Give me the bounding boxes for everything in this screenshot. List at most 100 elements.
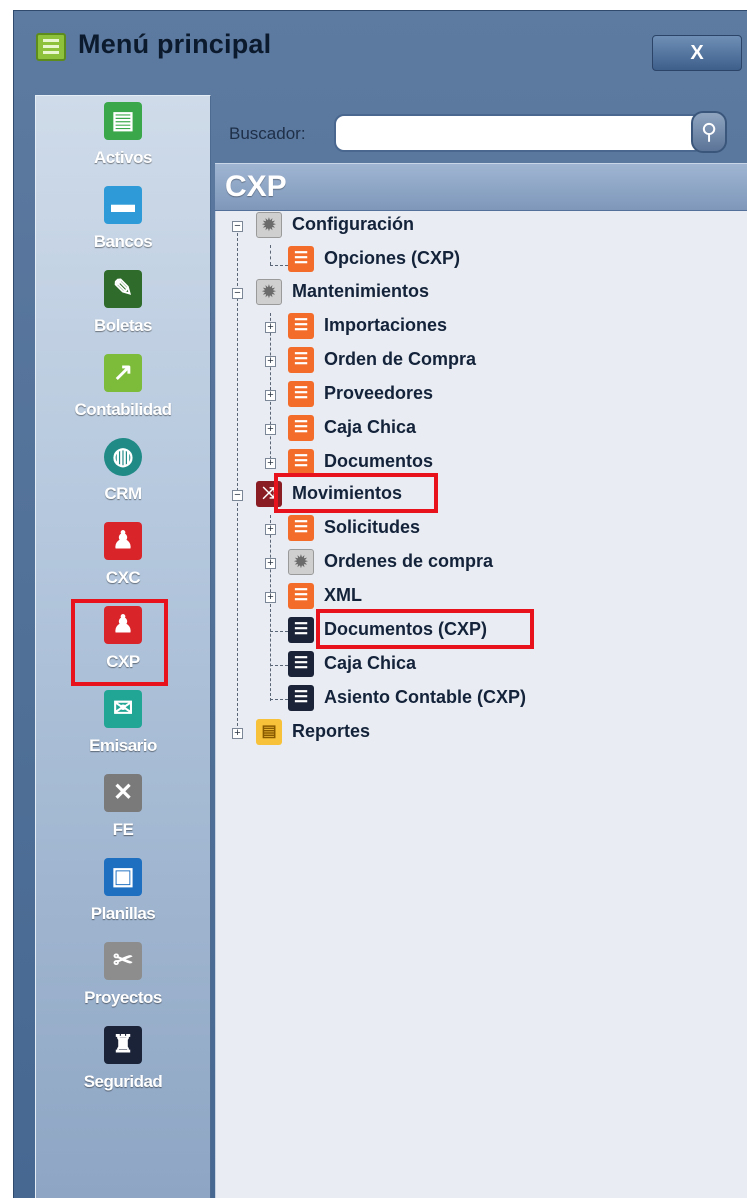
tree-node-label: Documentos	[324, 451, 434, 471]
module-label: FE	[112, 820, 134, 839]
list-icon: ☰	[288, 415, 314, 441]
expand-icon[interactable]: +	[265, 524, 276, 535]
expand-icon[interactable]: +	[265, 356, 276, 367]
module-bancos[interactable]: ▬ Bancos	[36, 186, 210, 270]
tree-node-label: Ordenes de compra	[324, 551, 494, 571]
tree-node-proveedores[interactable]: + ☰ Proveedores	[230, 379, 630, 411]
module-tree: − ✹ Configuración ☰ Opciones (CXP) − ✹ M…	[215, 211, 747, 1198]
tree-node-label: Opciones (CXP)	[324, 248, 461, 268]
tree-node-caja-chica[interactable]: + ☰ Caja Chica	[230, 413, 630, 445]
tree-node-orden-de-compra[interactable]: + ☰ Orden de Compra	[230, 345, 630, 377]
content-panel: Buscador: ⚲ CXP − ✹ Configuración ☰ Opci…	[215, 95, 747, 1198]
teacher-board-icon: ✎	[104, 270, 142, 308]
menu-book-icon	[36, 33, 66, 61]
highlight-movimientos	[274, 473, 438, 513]
tree-node-label: Importaciones	[324, 315, 448, 335]
window-titlebar: Menú principal X	[14, 11, 747, 83]
expand-icon[interactable]: +	[232, 728, 243, 739]
module-label: Contabilidad	[74, 400, 172, 419]
tree-node-configuracion[interactable]: − ✹ Configuración	[230, 210, 630, 242]
list-icon: ☰	[288, 246, 314, 272]
envelope-icon: ✉	[104, 690, 142, 728]
tree-node-opciones-cxp[interactable]: ☰ Opciones (CXP)	[230, 244, 630, 276]
expand-icon[interactable]: +	[265, 424, 276, 435]
module-crm[interactable]: ◍ CRM	[36, 438, 210, 522]
list-icon: ☰	[288, 617, 314, 643]
tree-node-label: Mantenimientos	[292, 281, 430, 301]
tree-node-reportes[interactable]: + ▤ Reportes	[230, 717, 630, 749]
expand-icon[interactable]: +	[265, 458, 276, 469]
tree-node-label: Proveedores	[324, 383, 434, 403]
module-boletas[interactable]: ✎ Boletas	[36, 270, 210, 354]
module-proyectos[interactable]: ✂ Proyectos	[36, 942, 210, 1026]
tree-node-label: Orden de Compra	[324, 349, 477, 369]
module-label: Bancos	[93, 232, 153, 251]
module-emisario[interactable]: ✉ Emisario	[36, 690, 210, 774]
tree-node-asiento-contable[interactable]: ☰ Asiento Contable (CXP)	[230, 683, 630, 715]
collapse-icon[interactable]: −	[232, 490, 243, 501]
close-button[interactable]: X	[652, 35, 742, 71]
tree-node-label: Asiento Contable (CXP)	[324, 687, 527, 707]
section-title: CXP	[215, 163, 747, 211]
castle-icon: ♜	[104, 1026, 142, 1064]
document-icon: ▣	[104, 858, 142, 896]
collapse-icon[interactable]: −	[232, 221, 243, 232]
module-planillas[interactable]: ▣ Planillas	[36, 858, 210, 942]
search-input[interactable]	[334, 114, 704, 152]
expand-icon[interactable]: +	[265, 322, 276, 333]
tree-node-mantenimientos[interactable]: − ✹ Mantenimientos	[230, 277, 630, 309]
window-title: Menú principal	[78, 29, 272, 59]
module-label: CRM	[104, 484, 142, 503]
gear-icon: ✹	[256, 279, 282, 305]
highlight-cxp-module	[71, 599, 168, 686]
highlight-documentos-cxp	[316, 609, 534, 649]
tree-node-solicitudes[interactable]: + ☰ Solicitudes	[230, 513, 630, 545]
module-fe[interactable]: ✕ FE	[36, 774, 210, 858]
module-label: Seguridad	[83, 1072, 163, 1091]
briefcase-icon: ▬	[104, 186, 142, 224]
tree-node-label: Configuración	[292, 214, 414, 234]
wrench-screwdriver-icon: ✕	[104, 774, 142, 812]
search-button[interactable]: ⚲	[691, 111, 727, 153]
list-icon: ☰	[288, 313, 314, 339]
notepad-icon: ▤	[256, 719, 282, 745]
tree-node-label: Solicitudes	[324, 517, 421, 537]
search-label: Buscador:	[229, 124, 306, 143]
expand-icon[interactable]: +	[265, 592, 276, 603]
module-seguridad[interactable]: ♜ Seguridad	[36, 1026, 210, 1110]
expand-icon[interactable]: +	[265, 558, 276, 569]
list-icon: ☰	[288, 583, 314, 609]
list-icon: ☰	[288, 515, 314, 541]
module-label: Planillas	[90, 904, 156, 923]
module-label: CXC	[105, 568, 141, 587]
list-icon: ☰	[288, 685, 314, 711]
collapse-icon[interactable]: −	[232, 288, 243, 299]
list-icon: ☰	[288, 651, 314, 677]
chart-icon: ↗	[104, 354, 142, 392]
list-icon: ☰	[288, 449, 314, 475]
gear-icon: ✹	[256, 212, 282, 238]
person-pushing-icon: ♟	[104, 522, 142, 560]
gear-icon: ✹	[288, 549, 314, 575]
tree-node-label: XML	[324, 585, 362, 605]
tree-node-caja-chica-mov[interactable]: ☰ Caja Chica	[230, 649, 630, 681]
globe-icon: ◍	[104, 438, 142, 476]
module-label: Activos	[94, 148, 152, 167]
tree-node-label: Reportes	[292, 721, 371, 741]
module-label: Proyectos	[84, 988, 162, 1007]
module-label: Emisario	[89, 736, 157, 755]
ruler-pencil-icon: ✂	[104, 942, 142, 980]
module-contabilidad[interactable]: ↗ Contabilidad	[36, 354, 210, 438]
tree-node-ordenes-de-compra[interactable]: + ✹ Ordenes de compra	[230, 547, 630, 579]
cash-register-icon: ▤	[104, 102, 142, 140]
module-label: Boletas	[94, 316, 152, 335]
tree-node-importaciones[interactable]: + ☰ Importaciones	[230, 311, 630, 343]
module-cxc[interactable]: ♟ CXC	[36, 522, 210, 606]
list-icon: ☰	[288, 381, 314, 407]
main-menu-window: Menú principal X ▤ Activos ▬ Bancos ✎ Bo…	[13, 10, 747, 1198]
tree-node-label: Caja Chica	[324, 653, 417, 673]
module-activos[interactable]: ▤ Activos	[36, 102, 210, 186]
search-icon: ⚲	[700, 119, 718, 144]
list-icon: ☰	[288, 347, 314, 373]
expand-icon[interactable]: +	[265, 390, 276, 401]
